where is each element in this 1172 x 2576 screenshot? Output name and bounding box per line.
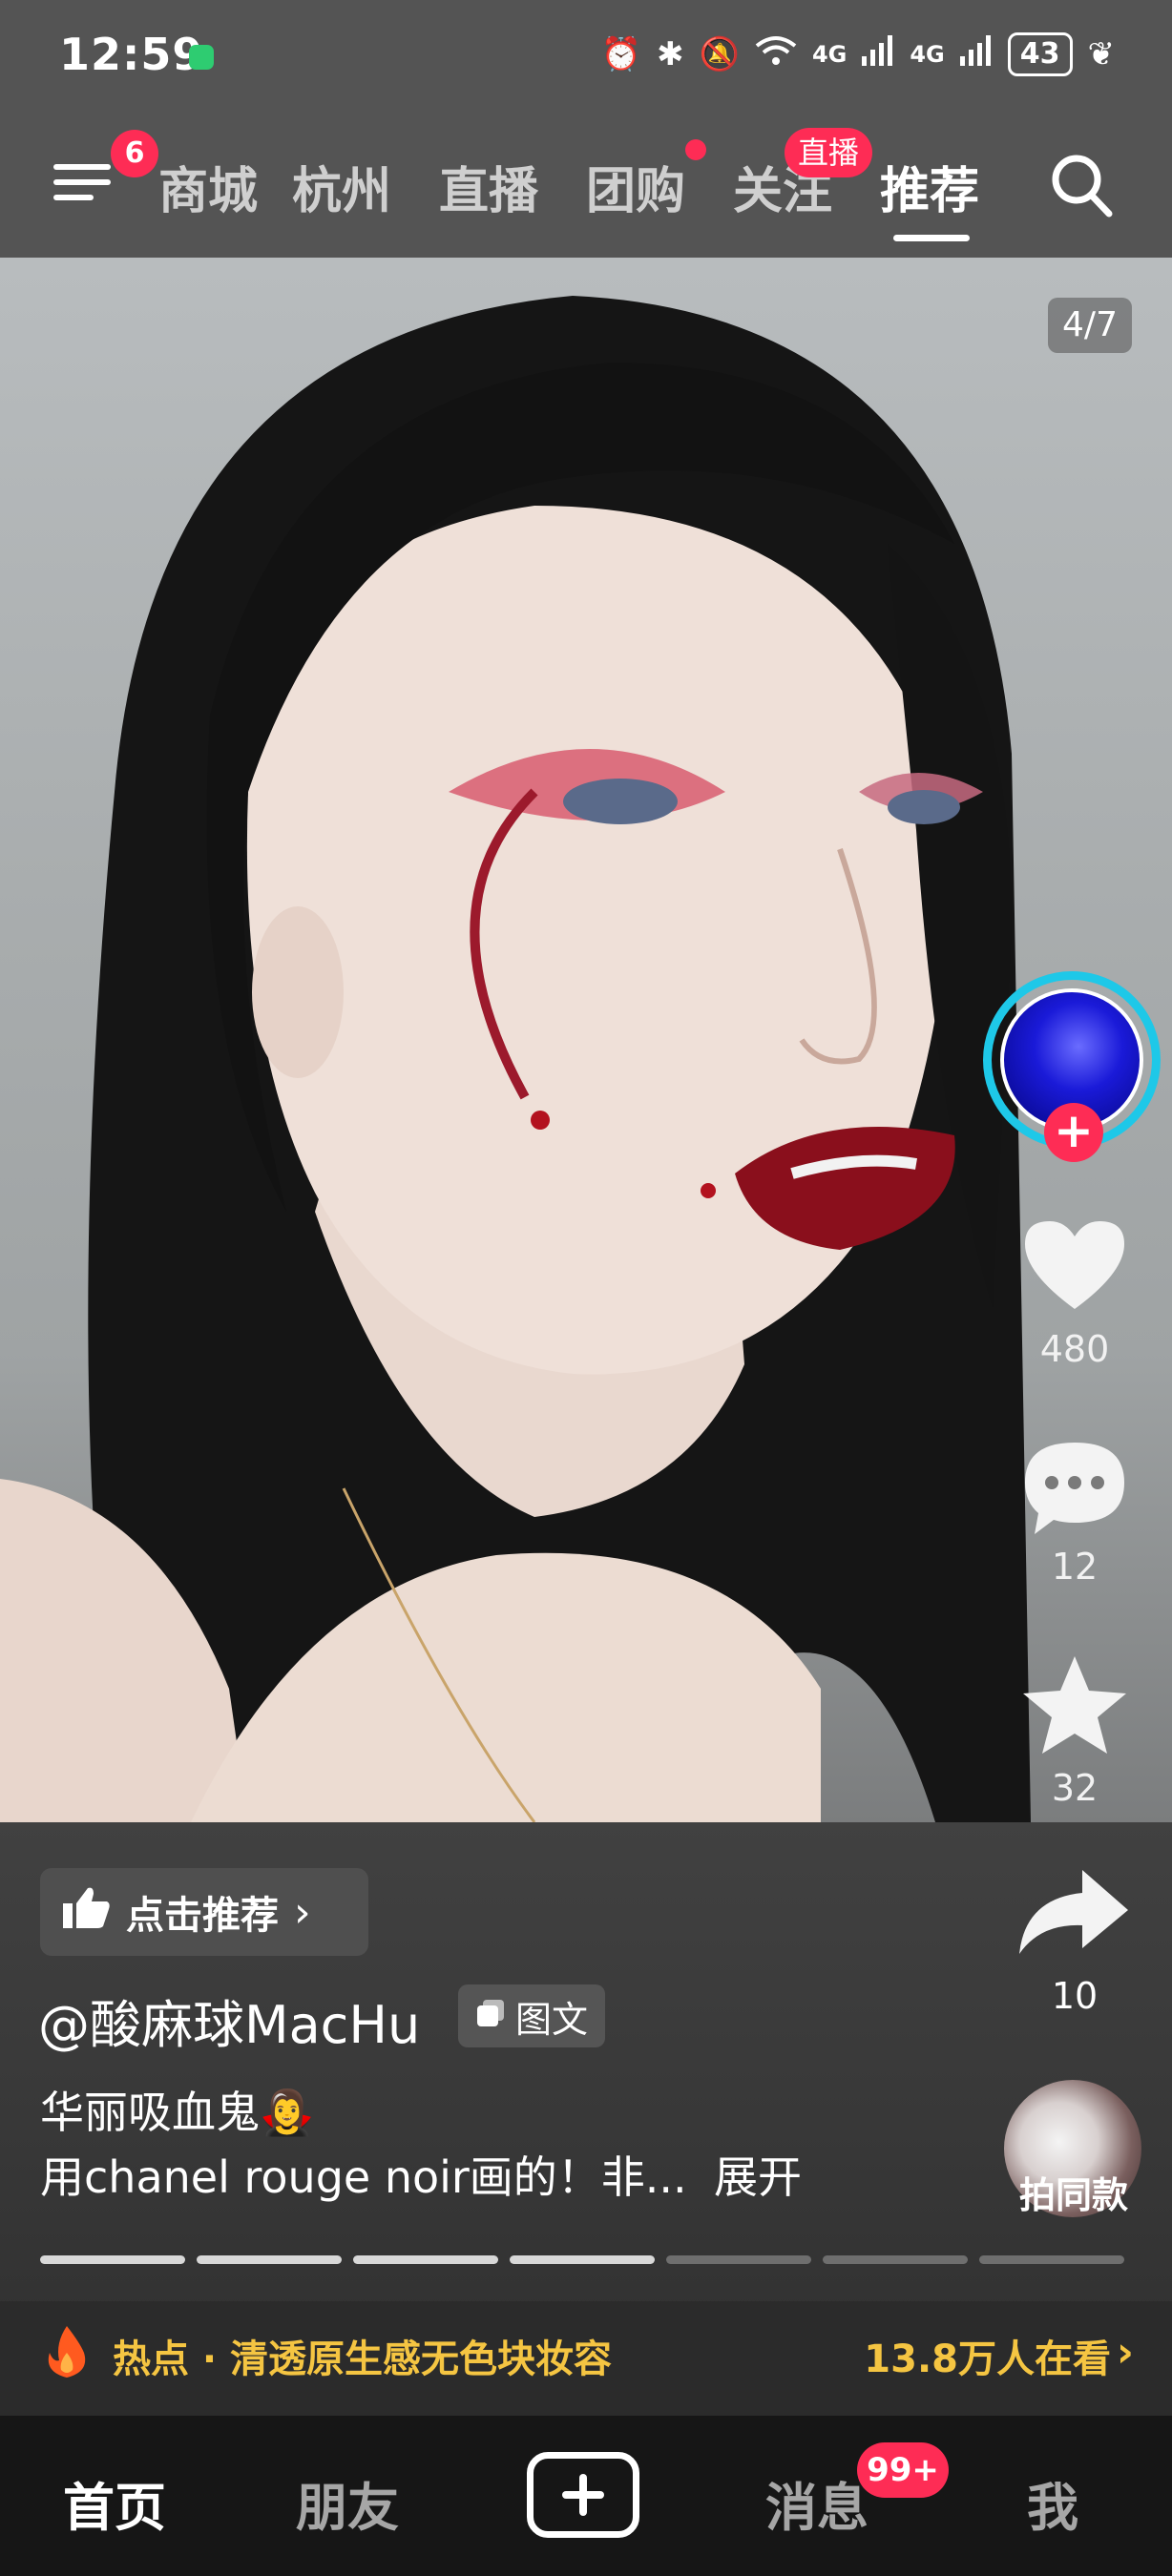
wifi-icon <box>755 34 797 75</box>
post-type-badge: 图文 <box>458 1984 606 2047</box>
tab-live[interactable]: 直播 <box>439 151 538 222</box>
progress-segment <box>40 2255 185 2264</box>
gallery-icon <box>475 1995 506 2037</box>
network-label-1: 4G <box>811 41 848 68</box>
nav-friends[interactable]: 朋友 <box>296 2465 399 2541</box>
favorite-count: 32 <box>1051 1767 1099 1809</box>
chevron-right-icon[interactable]: › <box>1117 2328 1134 2377</box>
menu-badge: 6 <box>111 130 158 177</box>
nav-home[interactable]: 首页 <box>63 2465 166 2541</box>
status-icons: ⏰ ✱ 🔕 4G 4G 43 ❦ <box>601 31 1115 78</box>
progress-segment <box>353 2255 498 2264</box>
same-style-label[interactable]: 拍同款 <box>993 2166 1155 2218</box>
recommend-label: 点击推荐 <box>126 1894 279 1938</box>
comment-count: 12 <box>1051 1546 1099 1588</box>
notification-dot <box>685 139 706 160</box>
progress-segment <box>979 2255 1124 2264</box>
tab-group-buy[interactable]: 团购 <box>586 151 685 222</box>
leaf-icon: ❦ <box>1087 35 1116 73</box>
post-type-label: 图文 <box>515 1998 589 2041</box>
progress-segment <box>197 2255 342 2264</box>
menu-icon[interactable] <box>53 155 111 212</box>
progress-segment <box>666 2255 811 2264</box>
comment-icon[interactable] <box>1021 1439 1128 1542</box>
tab-mall[interactable]: 商城 <box>158 151 258 222</box>
flame-icon <box>42 2324 92 2383</box>
search-icon[interactable] <box>1048 151 1113 218</box>
favorite-star-icon[interactable] <box>1019 1652 1130 1761</box>
caption-line-1: 华丽吸血鬼🧛‍♀️ <box>40 2087 315 2138</box>
hot-topic-viewers: 13.8万人在看 <box>864 2337 1111 2381</box>
caption-line-2: 用chanel rouge noir画的！非... <box>40 2151 687 2203</box>
create-button[interactable] <box>527 2452 639 2538</box>
share-count: 10 <box>1051 1975 1099 2017</box>
progress-segment <box>823 2255 968 2264</box>
tab-hangzhou[interactable]: 杭州 <box>292 151 391 222</box>
signal-icon <box>959 34 993 74</box>
bluetooth-icon: ✱ <box>657 35 684 73</box>
like-count: 480 <box>1039 1328 1110 1370</box>
thumbs-up-icon <box>61 1884 111 1940</box>
chevron-right-icon: › <box>294 1887 311 1937</box>
battery-icon: 43 <box>1007 32 1073 76</box>
recommend-button[interactable]: 点击推荐 › <box>40 1868 368 1956</box>
hot-topic-label[interactable]: 热点 · 清透原生感无色块妆容 <box>113 2328 612 2383</box>
follow-button[interactable]: + <box>1044 1103 1103 1162</box>
share-icon[interactable] <box>1015 1866 1132 1962</box>
status-time: 12:59 <box>59 29 204 80</box>
live-badge: 直播 <box>785 128 872 177</box>
wechat-icon <box>189 45 214 70</box>
mute-icon: 🔕 <box>699 35 740 73</box>
nav-me[interactable]: 我 <box>1027 2465 1078 2541</box>
image-page-counter: 4/7 <box>1048 298 1132 353</box>
messages-badge: 99+ <box>857 2442 949 2498</box>
expand-caption-link[interactable]: 展开 <box>714 2143 802 2206</box>
network-label-2: 4G <box>910 41 945 68</box>
signal-icon <box>862 34 894 74</box>
active-tab-indicator <box>893 235 970 241</box>
progress-segment <box>510 2255 655 2264</box>
like-icon[interactable] <box>1021 1217 1128 1317</box>
nav-messages[interactable]: 消息 <box>765 2465 869 2541</box>
image-progress <box>40 2255 1124 2264</box>
tab-recommend[interactable]: 推荐 <box>880 151 979 222</box>
alarm-icon: ⏰ <box>600 35 642 73</box>
author-name[interactable]: @酸麻球MacHu <box>38 1983 420 2058</box>
